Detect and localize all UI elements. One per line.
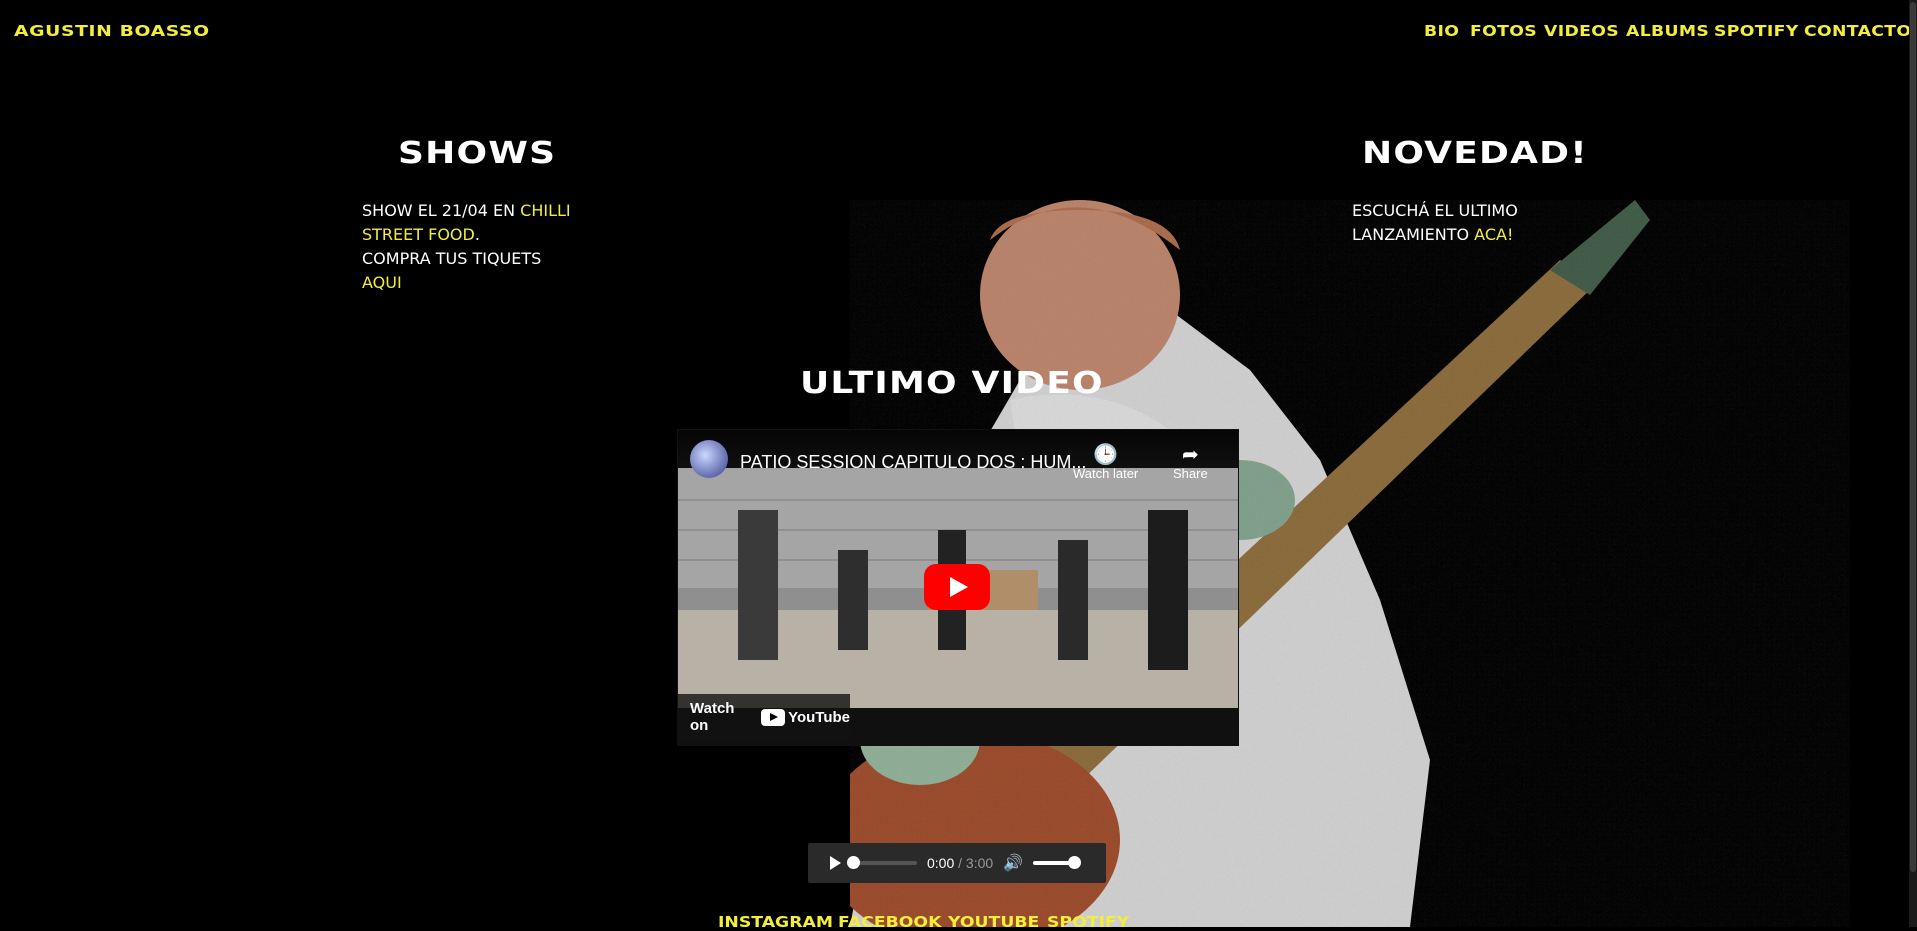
youtube-logo-icon — [761, 708, 786, 726]
nav-contacto[interactable]: CONTACTO — [1804, 22, 1911, 40]
audio-current-time: 0:00 — [927, 855, 955, 871]
audio-player: 0:00 / 3:00 🔊 — [808, 843, 1106, 883]
scrollbar-thumb[interactable] — [1910, 2, 1916, 872]
nav-bio[interactable]: BIO — [1424, 22, 1459, 40]
shows-text: SHOW EL 21/04 EN CHILLI STREET FOOD. COM… — [362, 199, 582, 295]
youtube-play-icon[interactable] — [924, 564, 990, 610]
watch-on-youtube-button[interactable]: Watch on YouTube — [678, 694, 850, 740]
play-icon[interactable] — [830, 856, 841, 870]
volume-icon[interactable]: 🔊 — [1003, 853, 1023, 873]
footer-instagram[interactable]: INSTAGRAM — [718, 913, 833, 931]
footer-youtube[interactable]: YOUTUBE — [948, 913, 1039, 931]
chilli-link[interactable]: CHILLI — [520, 201, 570, 220]
novedad-line1: ESCUCHÁ EL ULTIMO — [1352, 201, 1518, 220]
shows-title: SHOWS — [398, 136, 557, 171]
audio-time-separator: / — [954, 855, 966, 871]
shows-period: . — [474, 225, 480, 244]
nav-fotos[interactable]: FOTOS — [1470, 22, 1537, 40]
novedad-text: ESCUCHÁ EL ULTIMO LANZAMIENTO ACA! — [1352, 199, 1572, 247]
shows-line2: COMPRA TUS TIQUETS — [362, 249, 542, 268]
site-logo[interactable]: AGUSTIN BOASSO — [14, 22, 210, 40]
social-links: INSTAGRAM FACEBOOK YOUTUBE SPOTIFY — [718, 913, 1130, 931]
progress-thumb[interactable] — [847, 856, 860, 869]
channel-avatar[interactable] — [690, 440, 728, 478]
audio-duration: 3:00 — [965, 855, 994, 871]
nav-spotify[interactable]: SPOTIFY — [1714, 22, 1799, 40]
volume-thumb[interactable] — [1068, 856, 1082, 869]
footer-facebook[interactable]: FACEBOOK — [838, 913, 941, 931]
watch-later-label: Watch later — [1073, 466, 1139, 481]
youtube-logo: YouTube — [761, 708, 850, 726]
share-label: Share — [1173, 466, 1208, 481]
watch-on-label: Watch on — [690, 700, 735, 734]
youtube-embed[interactable]: PATIO SESSION CAPITULO DOS : HUM... 🕒 Wa… — [677, 429, 1239, 746]
footer-spotify[interactable]: SPOTIFY — [1047, 913, 1129, 931]
page-scrollbar[interactable] — [1909, 0, 1917, 927]
audio-time: 0:00 / 3:00 — [927, 855, 993, 871]
share-arrow-icon: ➦ — [1181, 444, 1199, 466]
shows-line1: SHOW EL 21/04 EN — [362, 201, 521, 220]
tickets-link[interactable]: AQUI — [362, 273, 402, 292]
street-food-link[interactable]: STREET FOOD — [362, 225, 475, 244]
audio-progress-bar[interactable] — [847, 856, 917, 869]
watch-later-button[interactable]: 🕒 Watch later — [1073, 444, 1138, 481]
clock-icon: 🕒 — [1093, 444, 1119, 466]
nav-albums[interactable]: ALBUMS — [1626, 22, 1709, 40]
nav-videos[interactable]: VIDEOS — [1544, 22, 1619, 40]
main-nav: BIO FOTOS VIDEOS ALBUMS SPOTIFY CONTACTO — [1424, 22, 1911, 40]
video-title[interactable]: PATIO SESSION CAPITULO DOS : HUM... — [740, 452, 1086, 473]
video-section-title: ULTIMO VIDEO — [800, 366, 1104, 401]
novedad-line2: LANZAMIENTO — [1352, 225, 1475, 244]
volume-slider[interactable] — [1033, 856, 1082, 869]
release-link[interactable]: ACA! — [1474, 225, 1513, 244]
share-button[interactable]: ➦ Share — [1173, 444, 1208, 481]
novedad-title: NOVEDAD! — [1362, 136, 1588, 171]
youtube-brand-text: YouTube — [788, 708, 850, 726]
